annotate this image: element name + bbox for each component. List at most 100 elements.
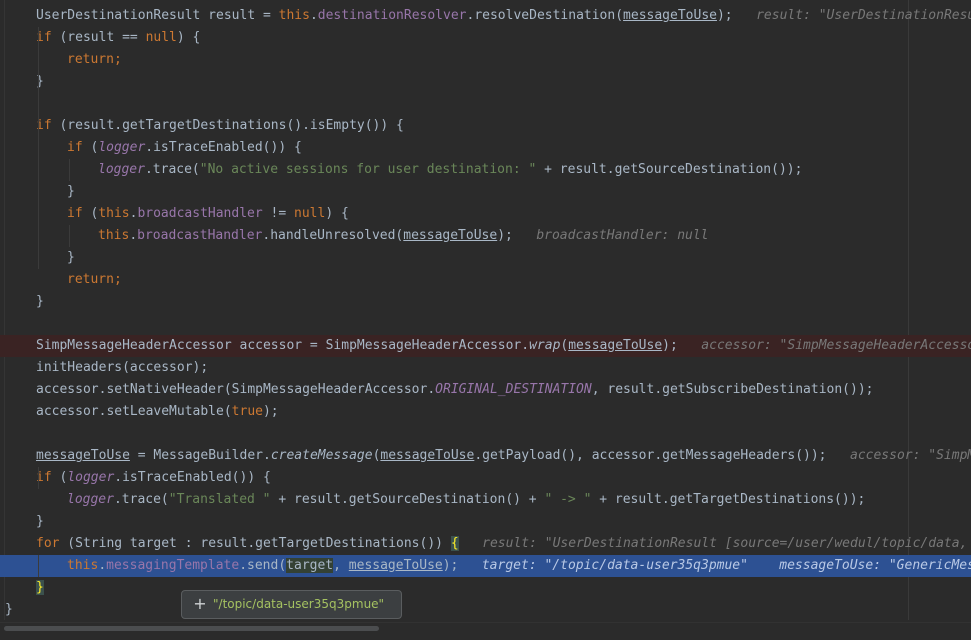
code-token: ORIGINAL_DESTINATION bbox=[435, 382, 592, 397]
code-line[interactable] bbox=[0, 423, 971, 445]
tooltip-value: "/topic/data-user35q3pmue" bbox=[213, 597, 385, 611]
code-token: ); bbox=[716, 8, 733, 23]
code-token: , result.getSubscribeDestination()); bbox=[591, 382, 874, 397]
horizontal-scrollbar-thumb[interactable] bbox=[4, 626, 379, 631]
code-line[interactable]: this.broadcastHandler.handleUnresolved(m… bbox=[0, 225, 971, 247]
code-token: logger bbox=[98, 140, 146, 155]
code-text: if (logger.isTraceEnabled()) { bbox=[36, 467, 271, 489]
code-token: accessor.setLeaveMutable( bbox=[36, 404, 232, 419]
code-line[interactable]: } bbox=[0, 291, 971, 313]
code-line[interactable]: accessor.setLeaveMutable(true); bbox=[0, 401, 971, 423]
code-line[interactable]: if (result == null) { bbox=[0, 27, 971, 49]
code-token: return bbox=[67, 52, 114, 67]
code-token: ; bbox=[113, 52, 122, 67]
code-token: broadcastHandler bbox=[137, 228, 263, 243]
code-token: messageToUse bbox=[380, 448, 475, 463]
code-text: accessor.setLeaveMutable(true); bbox=[36, 401, 279, 423]
code-line[interactable]: for (String target : result.getTargetDes… bbox=[0, 533, 971, 555]
code-token: createMessage bbox=[270, 448, 373, 463]
code-token: .resolveDestination( bbox=[466, 8, 624, 23]
code-text: if (result == null) { bbox=[36, 27, 200, 49]
code-line[interactable]: initHeaders(accessor); bbox=[0, 357, 971, 379]
code-token: UserDestinationResult result = bbox=[36, 8, 279, 23]
inline-debug-hint: broadcastHandler: null bbox=[512, 228, 709, 243]
code-token: != bbox=[262, 206, 294, 221]
code-line[interactable]: logger.trace("Translated " + result.getS… bbox=[0, 489, 971, 511]
code-line[interactable]: } bbox=[0, 577, 971, 599]
code-token: accessor.setNativeHeader(SimpMessageHead… bbox=[36, 382, 436, 397]
code-token: .send( bbox=[239, 558, 287, 573]
code-text: } bbox=[36, 511, 44, 533]
code-line[interactable]: messageToUse = MessageBuilder.createMess… bbox=[0, 445, 971, 467]
code-text: messageToUse = MessageBuilder.createMess… bbox=[36, 445, 971, 467]
code-text: } bbox=[67, 181, 75, 203]
code-token: broadcastHandler bbox=[137, 206, 263, 221]
code-line[interactable]: } bbox=[0, 71, 971, 93]
code-line[interactable]: if (this.broadcastHandler != null) { bbox=[0, 203, 971, 225]
code-line[interactable]: UserDestinationResult result = this.dest… bbox=[0, 5, 971, 27]
code-token: } bbox=[67, 184, 75, 199]
code-token: logger bbox=[98, 162, 145, 177]
code-token: + result.getSourceDestination()); bbox=[536, 162, 803, 177]
code-line[interactable]: } bbox=[0, 599, 971, 621]
code-token: . bbox=[309, 8, 318, 23]
code-line[interactable]: logger.trace("No active sessions for use… bbox=[0, 159, 971, 181]
code-line[interactable]: return; bbox=[0, 269, 971, 291]
code-line[interactable]: if (result.getTargetDestinations().isEmp… bbox=[0, 115, 971, 137]
code-line[interactable]: SimpMessageHeaderAccessor accessor = Sim… bbox=[0, 335, 971, 357]
code-token: if bbox=[67, 206, 83, 221]
code-text: this.messagingTemplate.send(target, mess… bbox=[67, 555, 971, 577]
code-line[interactable]: accessor.setNativeHeader(SimpMessageHead… bbox=[0, 379, 971, 401]
code-token: .isTraceEnabled()) { bbox=[145, 140, 302, 155]
code-token: (String target : result.getTargetDestina… bbox=[59, 536, 451, 551]
code-text: return; bbox=[67, 269, 122, 291]
code-token: .isTraceEnabled()) { bbox=[114, 470, 271, 485]
code-line[interactable] bbox=[0, 313, 971, 335]
code-token: + result.getSourceDestination() + bbox=[270, 492, 545, 507]
code-token: messageToUse bbox=[623, 8, 717, 23]
code-text: } bbox=[36, 577, 44, 599]
inline-debug-hint: result: "UserDestinationResult [source=/… bbox=[458, 536, 971, 551]
code-token: wrap bbox=[529, 338, 561, 353]
code-line[interactable] bbox=[0, 93, 971, 115]
code-line[interactable]: } bbox=[0, 511, 971, 533]
code-token: ; bbox=[113, 272, 122, 287]
code-token: ); bbox=[262, 404, 279, 419]
code-token: (result == bbox=[51, 30, 146, 45]
inline-debug-hint: accessor: "SimpMessageHeaderAccessor bbox=[677, 338, 971, 353]
code-token: "Translated " bbox=[168, 492, 271, 507]
code-line[interactable]: if (logger.isTraceEnabled()) { bbox=[0, 467, 971, 489]
code-token: " -> " bbox=[544, 492, 592, 507]
code-token: target bbox=[286, 558, 334, 573]
code-line[interactable]: if (logger.isTraceEnabled()) { bbox=[0, 137, 971, 159]
code-text: this.broadcastHandler.handleUnresolved(m… bbox=[98, 225, 709, 247]
horizontal-scrollbar-track[interactable] bbox=[0, 622, 971, 640]
code-token: if bbox=[67, 140, 83, 155]
code-line[interactable]: } bbox=[0, 247, 971, 269]
code-token: } bbox=[67, 250, 75, 265]
code-token: ( bbox=[82, 206, 99, 221]
code-token: logger bbox=[67, 492, 114, 507]
code-token: this bbox=[98, 206, 130, 221]
code-token: (result.getTargetDestinations().isEmpty(… bbox=[51, 118, 404, 133]
code-token: , bbox=[333, 558, 349, 573]
code-token: true bbox=[231, 404, 263, 419]
code-editor[interactable]: UserDestinationResult result = this.dest… bbox=[0, 0, 971, 640]
code-token: ) { bbox=[176, 30, 201, 45]
plus-icon[interactable]: + bbox=[191, 595, 209, 613]
code-token: .getPayload(), accessor.getMessageHeader… bbox=[474, 448, 827, 463]
code-token: this bbox=[98, 228, 130, 243]
code-token: .handleUnresolved( bbox=[262, 228, 404, 243]
code-text: UserDestinationResult result = this.dest… bbox=[36, 5, 971, 27]
code-token: messageToUse bbox=[348, 558, 443, 573]
indent-guide bbox=[38, 467, 39, 489]
indent-guide bbox=[38, 27, 39, 269]
code-line[interactable]: this.messagingTemplate.send(target, mess… bbox=[0, 555, 971, 577]
code-token: logger bbox=[67, 470, 115, 485]
debug-value-tooltip: + "/topic/data-user35q3pmue" bbox=[181, 590, 402, 619]
code-token: .trace( bbox=[113, 492, 169, 507]
code-line[interactable]: return; bbox=[0, 49, 971, 71]
code-line[interactable]: } bbox=[0, 181, 971, 203]
code-token: ( bbox=[82, 140, 99, 155]
code-token: destinationResolver bbox=[317, 8, 467, 23]
